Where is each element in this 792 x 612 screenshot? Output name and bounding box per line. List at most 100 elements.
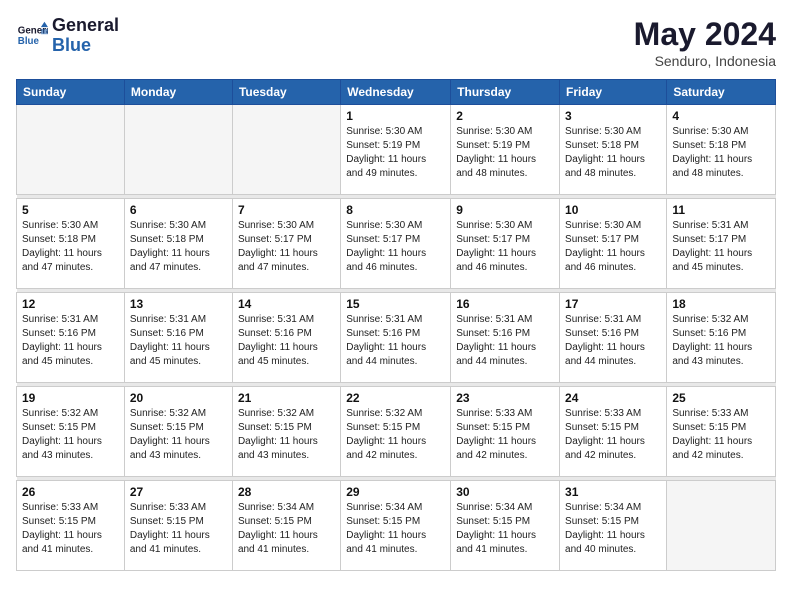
day-number: 20	[130, 391, 227, 405]
day-number: 10	[565, 203, 661, 217]
day-number: 27	[130, 485, 227, 499]
calendar-cell	[17, 105, 125, 195]
calendar-cell: 12Sunrise: 5:31 AM Sunset: 5:16 PM Dayli…	[17, 293, 125, 383]
calendar-cell	[124, 105, 232, 195]
day-number: 18	[672, 297, 770, 311]
day-info: Sunrise: 5:31 AM Sunset: 5:16 PM Dayligh…	[456, 313, 554, 369]
calendar-cell: 31 Sunrise: 5:34 AM Sunset: 5:15 PM Dayli…	[560, 481, 667, 571]
day-number: 19	[22, 391, 119, 405]
day-info: Sunrise: 5:31 AM Sunset: 5:17 PM Dayligh…	[672, 219, 770, 275]
calendar-week-row: 5 Sunrise: 5:30 AM Sunset: 5:18 PM Daylig…	[17, 199, 776, 289]
calendar-cell: 30 Sunrise: 5:34 AM Sunset: 5:15 PM Dayli…	[451, 481, 560, 571]
day-info: Sunrise: 5:34 AM Sunset: 5:15 PM Dayligh…	[346, 501, 445, 557]
day-info: Sunrise: 5:30 AM Sunset: 5:18 PM Dayligh…	[565, 125, 661, 181]
day-number: 16	[456, 297, 554, 311]
day-number: 6	[130, 203, 227, 217]
day-info: Sunrise: 5:32 AM Sunset: 5:15 PM Dayligh…	[346, 407, 445, 463]
day-number: 9	[456, 203, 554, 217]
day-number: 8	[346, 203, 445, 217]
day-info: Sunrise: 5:30 AM Sunset: 5:18 PM Dayligh…	[130, 219, 227, 275]
calendar-cell: 13Sunrise: 5:31 AM Sunset: 5:16 PM Dayli…	[124, 293, 232, 383]
day-number: 21	[238, 391, 335, 405]
location: Senduro, Indonesia	[634, 53, 776, 69]
day-info: Sunrise: 5:30 AM Sunset: 5:18 PM Dayligh…	[22, 219, 119, 275]
calendar-cell: 5 Sunrise: 5:30 AM Sunset: 5:18 PM Daylig…	[17, 199, 125, 289]
page-header: General Blue General Blue May 2024 Sendu…	[16, 16, 776, 69]
calendar-cell: 8 Sunrise: 5:30 AM Sunset: 5:17 PM Daylig…	[341, 199, 451, 289]
calendar-cell	[667, 481, 776, 571]
day-info: Sunrise: 5:32 AM Sunset: 5:16 PM Dayligh…	[672, 313, 770, 369]
day-info: Sunrise: 5:30 AM Sunset: 5:17 PM Dayligh…	[565, 219, 661, 275]
calendar-header-row: SundayMondayTuesdayWednesdayThursdayFrid…	[17, 80, 776, 105]
calendar-cell: 4 Sunrise: 5:30 AM Sunset: 5:18 PM Daylig…	[667, 105, 776, 195]
day-info: Sunrise: 5:30 AM Sunset: 5:17 PM Dayligh…	[238, 219, 335, 275]
calendar-week-row: 12Sunrise: 5:31 AM Sunset: 5:16 PM Dayli…	[17, 293, 776, 383]
day-number: 4	[672, 109, 770, 123]
day-info: Sunrise: 5:33 AM Sunset: 5:15 PM Dayligh…	[130, 501, 227, 557]
weekday-header: Wednesday	[341, 80, 451, 105]
day-info: Sunrise: 5:33 AM Sunset: 5:15 PM Dayligh…	[22, 501, 119, 557]
day-number: 28	[238, 485, 335, 499]
calendar-cell: 23Sunrise: 5:33 AM Sunset: 5:15 PM Dayli…	[451, 387, 560, 477]
calendar-cell: 26 Sunrise: 5:33 AM Sunset: 5:15 PM Dayli…	[17, 481, 125, 571]
calendar-cell: 6 Sunrise: 5:30 AM Sunset: 5:18 PM Daylig…	[124, 199, 232, 289]
day-number: 29	[346, 485, 445, 499]
day-number: 31	[565, 485, 661, 499]
weekday-header: Tuesday	[232, 80, 340, 105]
day-number: 24	[565, 391, 661, 405]
day-info: Sunrise: 5:33 AM Sunset: 5:15 PM Dayligh…	[672, 407, 770, 463]
day-info: Sunrise: 5:31 AM Sunset: 5:16 PM Dayligh…	[22, 313, 119, 369]
day-number: 14	[238, 297, 335, 311]
day-number: 30	[456, 485, 554, 499]
weekday-header: Sunday	[17, 80, 125, 105]
day-info: Sunrise: 5:30 AM Sunset: 5:17 PM Dayligh…	[456, 219, 554, 275]
day-info: Sunrise: 5:34 AM Sunset: 5:15 PM Dayligh…	[456, 501, 554, 557]
day-info: Sunrise: 5:31 AM Sunset: 5:16 PM Dayligh…	[346, 313, 445, 369]
day-info: Sunrise: 5:33 AM Sunset: 5:15 PM Dayligh…	[565, 407, 661, 463]
calendar-cell: 11 Sunrise: 5:31 AM Sunset: 5:17 PM Dayli…	[667, 199, 776, 289]
day-number: 22	[346, 391, 445, 405]
calendar-cell: 29 Sunrise: 5:34 AM Sunset: 5:15 PM Dayli…	[341, 481, 451, 571]
day-number: 17	[565, 297, 661, 311]
weekday-header: Friday	[560, 80, 667, 105]
calendar-cell: 10 Sunrise: 5:30 AM Sunset: 5:17 PM Dayli…	[560, 199, 667, 289]
day-number: 15	[346, 297, 445, 311]
calendar-cell: 2Sunrise: 5:30 AM Sunset: 5:19 PM Daylig…	[451, 105, 560, 195]
day-number: 11	[672, 203, 770, 217]
day-number: 1	[346, 109, 445, 123]
logo: General Blue General Blue	[16, 16, 119, 56]
title-area: May 2024 Senduro, Indonesia	[634, 16, 776, 69]
weekday-header: Saturday	[667, 80, 776, 105]
month-title: May 2024	[634, 16, 776, 53]
day-info: Sunrise: 5:32 AM Sunset: 5:15 PM Dayligh…	[238, 407, 335, 463]
weekday-header: Thursday	[451, 80, 560, 105]
calendar-week-row: 19 Sunrise: 5:32 AM Sunset: 5:15 PM Dayli…	[17, 387, 776, 477]
day-info: Sunrise: 5:34 AM Sunset: 5:15 PM Dayligh…	[565, 501, 661, 557]
day-number: 2	[456, 109, 554, 123]
day-info: Sunrise: 5:30 AM Sunset: 5:17 PM Dayligh…	[346, 219, 445, 275]
calendar-cell: 16 Sunrise: 5:31 AM Sunset: 5:16 PM Dayli…	[451, 293, 560, 383]
day-number: 25	[672, 391, 770, 405]
day-info: Sunrise: 5:31 AM Sunset: 5:16 PM Dayligh…	[565, 313, 661, 369]
logo-text: General Blue	[52, 16, 119, 56]
day-info: Sunrise: 5:32 AM Sunset: 5:15 PM Dayligh…	[22, 407, 119, 463]
calendar-cell: 25 Sunrise: 5:33 AM Sunset: 5:15 PM Dayli…	[667, 387, 776, 477]
calendar-cell: 27 Sunrise: 5:33 AM Sunset: 5:15 PM Dayli…	[124, 481, 232, 571]
day-info: Sunrise: 5:30 AM Sunset: 5:18 PM Dayligh…	[672, 125, 770, 181]
calendar-cell: 9 Sunrise: 5:30 AM Sunset: 5:17 PM Daylig…	[451, 199, 560, 289]
day-info: Sunrise: 5:30 AM Sunset: 5:19 PM Dayligh…	[346, 125, 445, 181]
calendar-week-row: 26 Sunrise: 5:33 AM Sunset: 5:15 PM Dayli…	[17, 481, 776, 571]
day-info: Sunrise: 5:31 AM Sunset: 5:16 PM Dayligh…	[238, 313, 335, 369]
weekday-header: Monday	[124, 80, 232, 105]
calendar-cell: 21 Sunrise: 5:32 AM Sunset: 5:15 PM Dayli…	[232, 387, 340, 477]
day-number: 5	[22, 203, 119, 217]
day-info: Sunrise: 5:33 AM Sunset: 5:15 PM Dayligh…	[456, 407, 554, 463]
calendar-cell: 20Sunrise: 5:32 AM Sunset: 5:15 PM Dayli…	[124, 387, 232, 477]
calendar-week-row: 1 Sunrise: 5:30 AM Sunset: 5:19 PM Daylig…	[17, 105, 776, 195]
day-number: 13	[130, 297, 227, 311]
calendar-cell: 15 Sunrise: 5:31 AM Sunset: 5:16 PM Dayli…	[341, 293, 451, 383]
calendar-cell: 28Sunrise: 5:34 AM Sunset: 5:15 PM Dayli…	[232, 481, 340, 571]
calendar-cell: 18 Sunrise: 5:32 AM Sunset: 5:16 PM Dayli…	[667, 293, 776, 383]
day-number: 7	[238, 203, 335, 217]
day-number: 26	[22, 485, 119, 499]
